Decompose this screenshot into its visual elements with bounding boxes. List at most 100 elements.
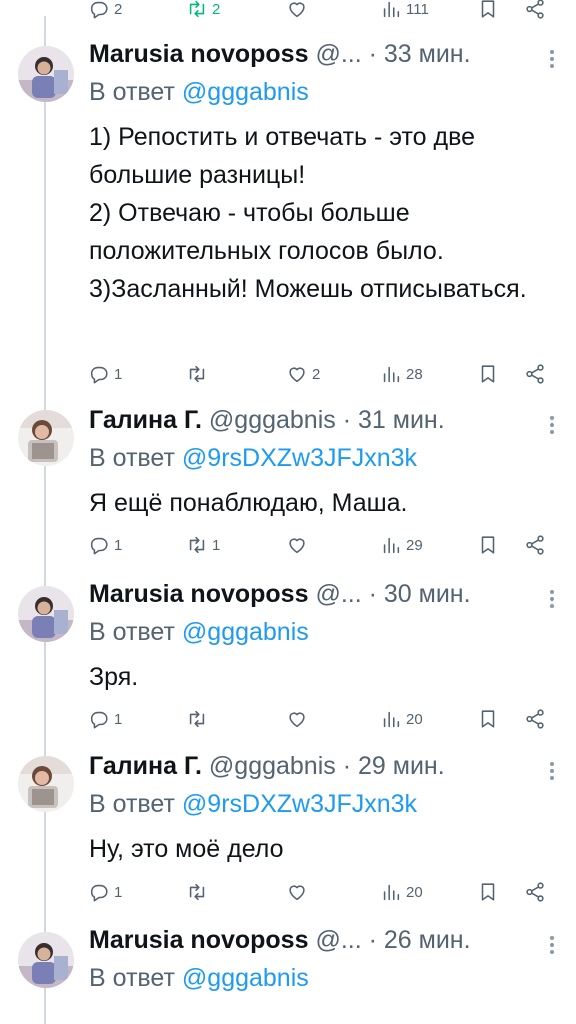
author-name[interactable]: Галина Г. xyxy=(89,406,202,434)
author-handle[interactable]: @... xyxy=(315,926,361,954)
heart-icon xyxy=(289,538,305,554)
like-button[interactable] xyxy=(286,530,312,560)
avatar-image xyxy=(18,410,74,466)
reply-button[interactable]: 1 xyxy=(88,359,122,389)
author-name[interactable]: Marusia novoposs xyxy=(89,40,309,68)
reply-label: В ответ xyxy=(89,78,175,106)
author-name[interactable]: Marusia novoposs xyxy=(89,580,309,608)
like-button[interactable] xyxy=(286,704,312,734)
views-button[interactable]: 20 xyxy=(380,704,423,734)
views-count: 20 xyxy=(406,883,423,901)
reply-count: 1 xyxy=(114,536,123,554)
reply-icon xyxy=(90,537,108,555)
bookmark-button[interactable] xyxy=(477,704,499,734)
like-button[interactable] xyxy=(286,0,312,24)
views-button[interactable]: 29 xyxy=(380,530,423,560)
reply-icon xyxy=(90,884,108,902)
avatar[interactable] xyxy=(18,756,74,812)
share-icon xyxy=(526,0,544,19)
like-button[interactable]: 2 xyxy=(286,359,320,389)
views-icon xyxy=(383,711,400,728)
avatar-image xyxy=(18,46,74,102)
tweet-action-bar: 1 20 xyxy=(0,704,576,734)
retweet-count: 1 xyxy=(212,536,221,554)
reply-label: В ответ xyxy=(89,964,175,992)
author-handle[interactable]: @... xyxy=(315,40,361,68)
reply-count: 1 xyxy=(114,883,123,901)
author-name[interactable]: Галина Г. xyxy=(89,752,202,780)
top-action-bar: 2 2 111 xyxy=(0,0,576,24)
tweet-text: Зря. xyxy=(89,663,139,691)
thread-connector-line xyxy=(44,16,46,1024)
share-button[interactable] xyxy=(524,704,546,734)
views-count: 28 xyxy=(406,365,423,383)
reply-context: В ответ @9rsDXZw3JFJxn3k xyxy=(89,444,417,473)
reply-label: В ответ xyxy=(89,790,175,818)
reply-context: В ответ @gggabnis xyxy=(89,964,309,993)
author-name[interactable]: Marusia novoposs xyxy=(89,926,309,954)
heart-icon xyxy=(289,712,305,728)
mention-link[interactable]: @gggabnis xyxy=(182,78,309,106)
tweet-header: Галина Г. @gggabnis · 29 мин. xyxy=(89,752,445,780)
bookmark-button[interactable] xyxy=(477,530,499,560)
share-button[interactable] xyxy=(524,877,546,907)
share-button[interactable] xyxy=(524,359,546,389)
avatar[interactable] xyxy=(18,932,74,988)
tweet-time[interactable]: 30 мин. xyxy=(384,580,471,608)
avatar-image xyxy=(18,586,74,642)
more-options-icon[interactable] xyxy=(550,416,556,436)
retweet-button[interactable]: 2 xyxy=(186,0,220,24)
tweet-time[interactable]: 31 мин. xyxy=(358,406,445,434)
reply-button[interactable]: 2 xyxy=(88,0,122,24)
views-button[interactable]: 20 xyxy=(380,877,423,907)
reply-button[interactable]: 1 xyxy=(88,704,122,734)
avatar[interactable] xyxy=(18,586,74,642)
retweet-icon xyxy=(189,883,205,901)
author-handle[interactable]: @... xyxy=(315,580,361,608)
views-button[interactable]: 111 xyxy=(380,0,429,24)
more-options-icon[interactable] xyxy=(550,762,556,782)
views-button[interactable]: 28 xyxy=(380,359,423,389)
bookmark-icon xyxy=(481,365,495,383)
bookmark-icon xyxy=(481,0,495,18)
share-icon xyxy=(526,535,544,555)
share-button[interactable] xyxy=(524,530,546,560)
share-button[interactable] xyxy=(524,0,546,24)
views-count: 20 xyxy=(406,710,423,728)
author-handle[interactable]: @gggabnis xyxy=(209,406,336,434)
retweet-icon xyxy=(189,0,205,18)
avatar[interactable] xyxy=(18,410,74,466)
bookmark-button[interactable] xyxy=(477,359,499,389)
tweet-time[interactable]: 29 мин. xyxy=(358,752,445,780)
reply-button[interactable]: 1 xyxy=(88,877,122,907)
views-icon xyxy=(383,366,400,383)
tweet-text: 1) Репостить и отвечать - это две больши… xyxy=(89,123,527,303)
bookmark-button[interactable] xyxy=(477,0,499,24)
views-icon xyxy=(383,1,400,18)
share-icon xyxy=(526,364,544,384)
retweet-button[interactable] xyxy=(186,877,212,907)
author-handle[interactable]: @gggabnis xyxy=(209,752,336,780)
mention-link[interactable]: @9rsDXZw3JFJxn3k xyxy=(182,790,417,818)
reply-icon xyxy=(90,366,108,384)
views-icon xyxy=(383,537,400,554)
retweet-button[interactable] xyxy=(186,704,212,734)
retweet-button[interactable] xyxy=(186,359,212,389)
reply-button[interactable]: 1 xyxy=(88,530,122,560)
reply-count: 2 xyxy=(114,0,123,18)
mention-link[interactable]: @9rsDXZw3JFJxn3k xyxy=(182,444,417,472)
views-count: 111 xyxy=(406,0,429,18)
heart-icon xyxy=(289,367,305,383)
tweet-time[interactable]: 33 мин. xyxy=(384,40,471,68)
like-button[interactable] xyxy=(286,877,312,907)
more-options-icon[interactable] xyxy=(550,50,556,70)
bookmark-button[interactable] xyxy=(477,877,499,907)
tweet-text: Ну, это моё дело xyxy=(89,835,284,863)
tweet-time[interactable]: 26 мин. xyxy=(384,926,471,954)
retweet-button[interactable]: 1 xyxy=(186,530,220,560)
avatar[interactable] xyxy=(18,46,74,102)
mention-link[interactable]: @gggabnis xyxy=(182,618,309,646)
mention-link[interactable]: @gggabnis xyxy=(182,964,309,992)
more-options-icon[interactable] xyxy=(550,936,556,956)
more-options-icon[interactable] xyxy=(550,590,556,610)
